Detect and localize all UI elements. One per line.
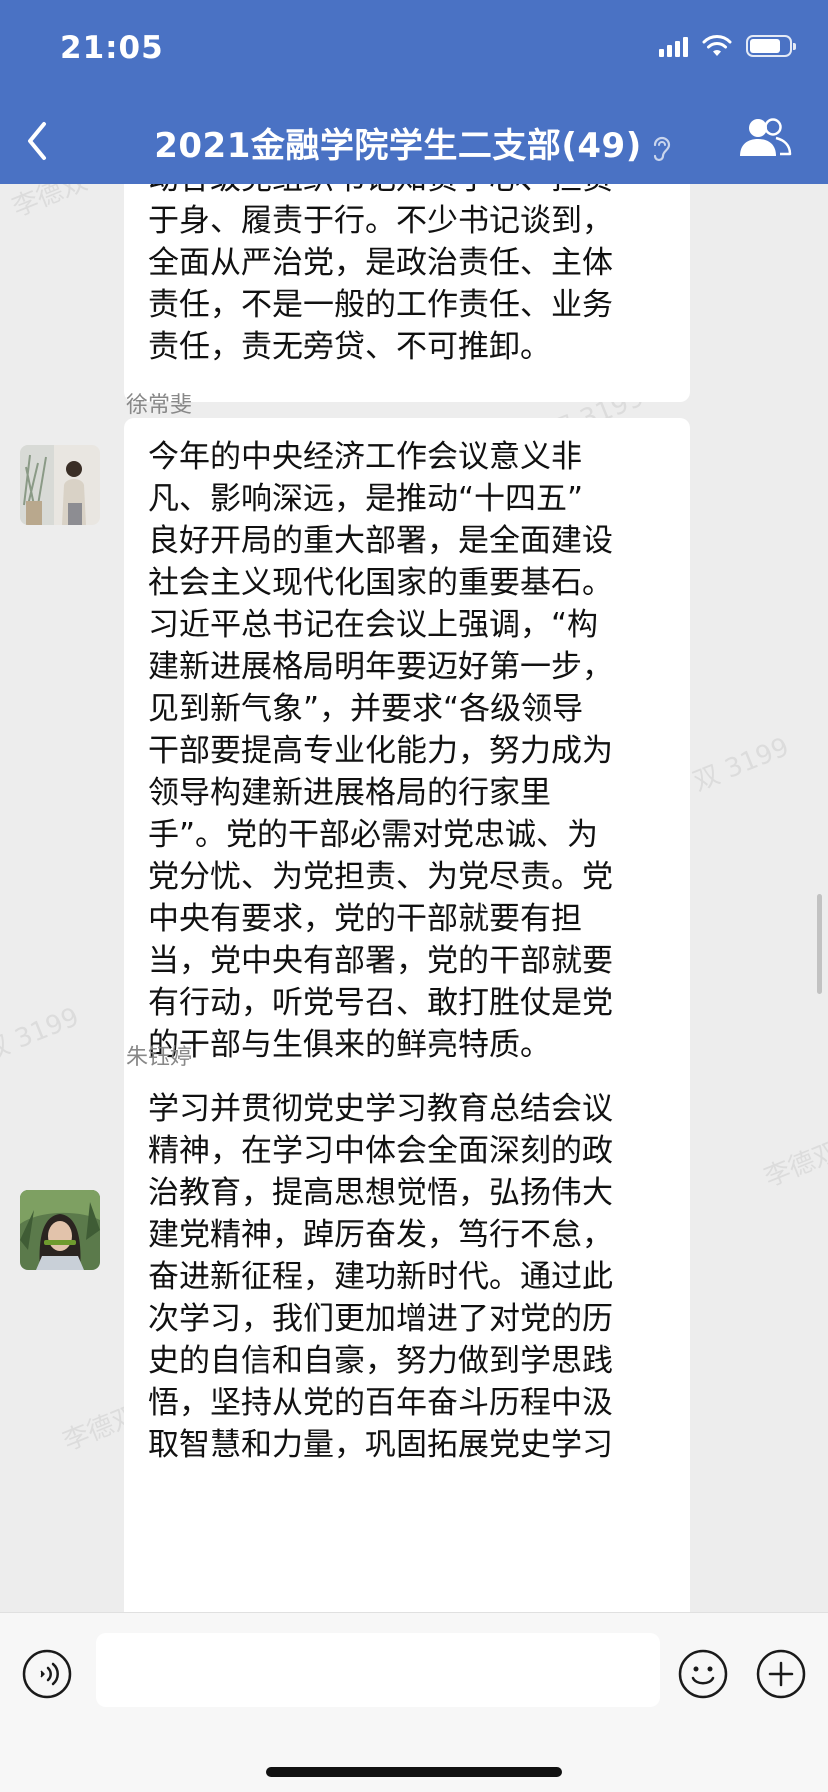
battery-fill: [750, 39, 780, 53]
chat-screen: 21:05 2021金融学院学生二支部(49) 李德双 双 3199 双 319…: [0, 0, 828, 1792]
home-indicator[interactable]: [266, 1767, 562, 1777]
message-line: 全面从严治党，是政治责任、主体: [148, 245, 613, 281]
chat-title-text: 2021金融学院学生二支部(49): [154, 126, 642, 166]
message-line: 凡、影响深远，是推动“十四五”: [148, 481, 584, 517]
message-line: 悟，坚持从党的百年奋斗历程中汲: [148, 1385, 613, 1421]
voice-icon[interactable]: [22, 1649, 72, 1699]
avatar[interactable]: [20, 445, 100, 525]
message-line: 动各级党组织书记知责于心、担责: [148, 184, 666, 200]
message-line: 领导构建新进展格局的行家里: [148, 775, 551, 811]
message-bubble[interactable]: 动各级党组织书记知责于心、担责 于身、履责于行。不少书记谈到， 全面从严治党，是…: [124, 184, 690, 402]
avatar-image: [20, 445, 100, 525]
message-line: 当，党中央有部署，党的干部就要: [148, 943, 613, 979]
watermark: 双 3199: [688, 732, 794, 798]
message-line: 社会主义现代化国家的重要基石。: [148, 565, 613, 601]
message-line: 学习并贯彻党史学习教育总结会议: [148, 1091, 613, 1127]
message-line: 责任，不是一般的工作责任、业务: [148, 287, 613, 323]
chat-title[interactable]: 2021金融学院学生二支部(49): [0, 118, 828, 167]
message-line: 的干部与生俱来的鲜亮特质。: [148, 1027, 551, 1063]
avatar-image: [20, 1190, 100, 1270]
avatar[interactable]: [20, 1190, 100, 1270]
sender-name: 徐常斐: [126, 393, 193, 418]
message-line: 党分忧、为党担责、为党尽责。党: [148, 859, 613, 895]
wifi-icon: [702, 35, 732, 56]
battery-icon: [746, 35, 796, 57]
message-line: 精神，在学习中体会全面深刻的政: [148, 1133, 613, 1169]
message-line: 今年的中央经济工作会议意义非: [148, 439, 582, 475]
ear-icon: [653, 136, 670, 161]
sender-name: 朱钰婷: [126, 1045, 193, 1070]
plus-icon[interactable]: [756, 1649, 806, 1699]
message-line: 习近平总书记在会议上强调，“构: [148, 607, 599, 643]
status-icons: [659, 34, 796, 58]
message-line: 次学习，我们更加增进了对党的历: [148, 1301, 613, 1337]
message-line: 中央有要求，党的干部就要有担: [148, 901, 582, 937]
message-line: 史的自信和自豪，努力做到学思践: [148, 1343, 613, 1379]
scroll-indicator[interactable]: [817, 894, 822, 994]
message-line: 奋进新征程，建功新时代。通过此: [148, 1259, 613, 1295]
chat-area[interactable]: 李德双 李德双 3199 双 3199 双 3199 李德双 李德双 3199 …: [0, 184, 828, 1612]
message-line: 手”。党的干部必需对党忠诚、为: [148, 817, 599, 853]
message-line: 建党精神，踔厉奋发，笃行不怠，: [148, 1217, 613, 1253]
message-line: 建新进展格局明年要迈好第一步，: [148, 649, 613, 685]
message-bubble[interactable]: 学习并贯彻党史学习教育总结会议 精神，在学习中体会全面深刻的政 治教育，提高思想…: [124, 1070, 690, 1612]
message-line: 干部要提高专业化能力，努力成为: [148, 733, 613, 769]
input-bar: [0, 1612, 828, 1792]
message-line: 见到新气象”，并要求“各级领导: [148, 691, 584, 727]
message-line: 责任，责无旁贷、不可推卸。: [148, 329, 551, 365]
emoji-icon[interactable]: [678, 1649, 728, 1699]
message-line: 取智慧和力量，巩固拓展党史学习: [148, 1427, 613, 1463]
message-bubble[interactable]: 今年的中央经济工作会议意义非 凡、影响深远，是推动“十四五” 良好开局的重大部署…: [124, 418, 690, 1088]
watermark: 李德双: [8, 184, 92, 224]
message-line: 治教育，提高思想觉悟，弘扬伟大: [148, 1175, 613, 1211]
signal-icon: [659, 35, 688, 57]
header: 21:05 2021金融学院学生二支部(49): [0, 0, 828, 184]
watermark: 双 3199: [0, 1002, 84, 1068]
message-line: 于身、履责于行。不少书记谈到，: [148, 203, 613, 239]
watermark: 李德双: [760, 1136, 828, 1194]
message-line: 良好开局的重大部署，是全面建设: [148, 523, 613, 559]
message-input[interactable]: [96, 1633, 660, 1707]
group-members-icon[interactable]: [738, 116, 792, 160]
status-time: 21:05: [60, 30, 164, 66]
message-line: 有行动，听党号召、敢打胜仗是党: [148, 985, 613, 1021]
